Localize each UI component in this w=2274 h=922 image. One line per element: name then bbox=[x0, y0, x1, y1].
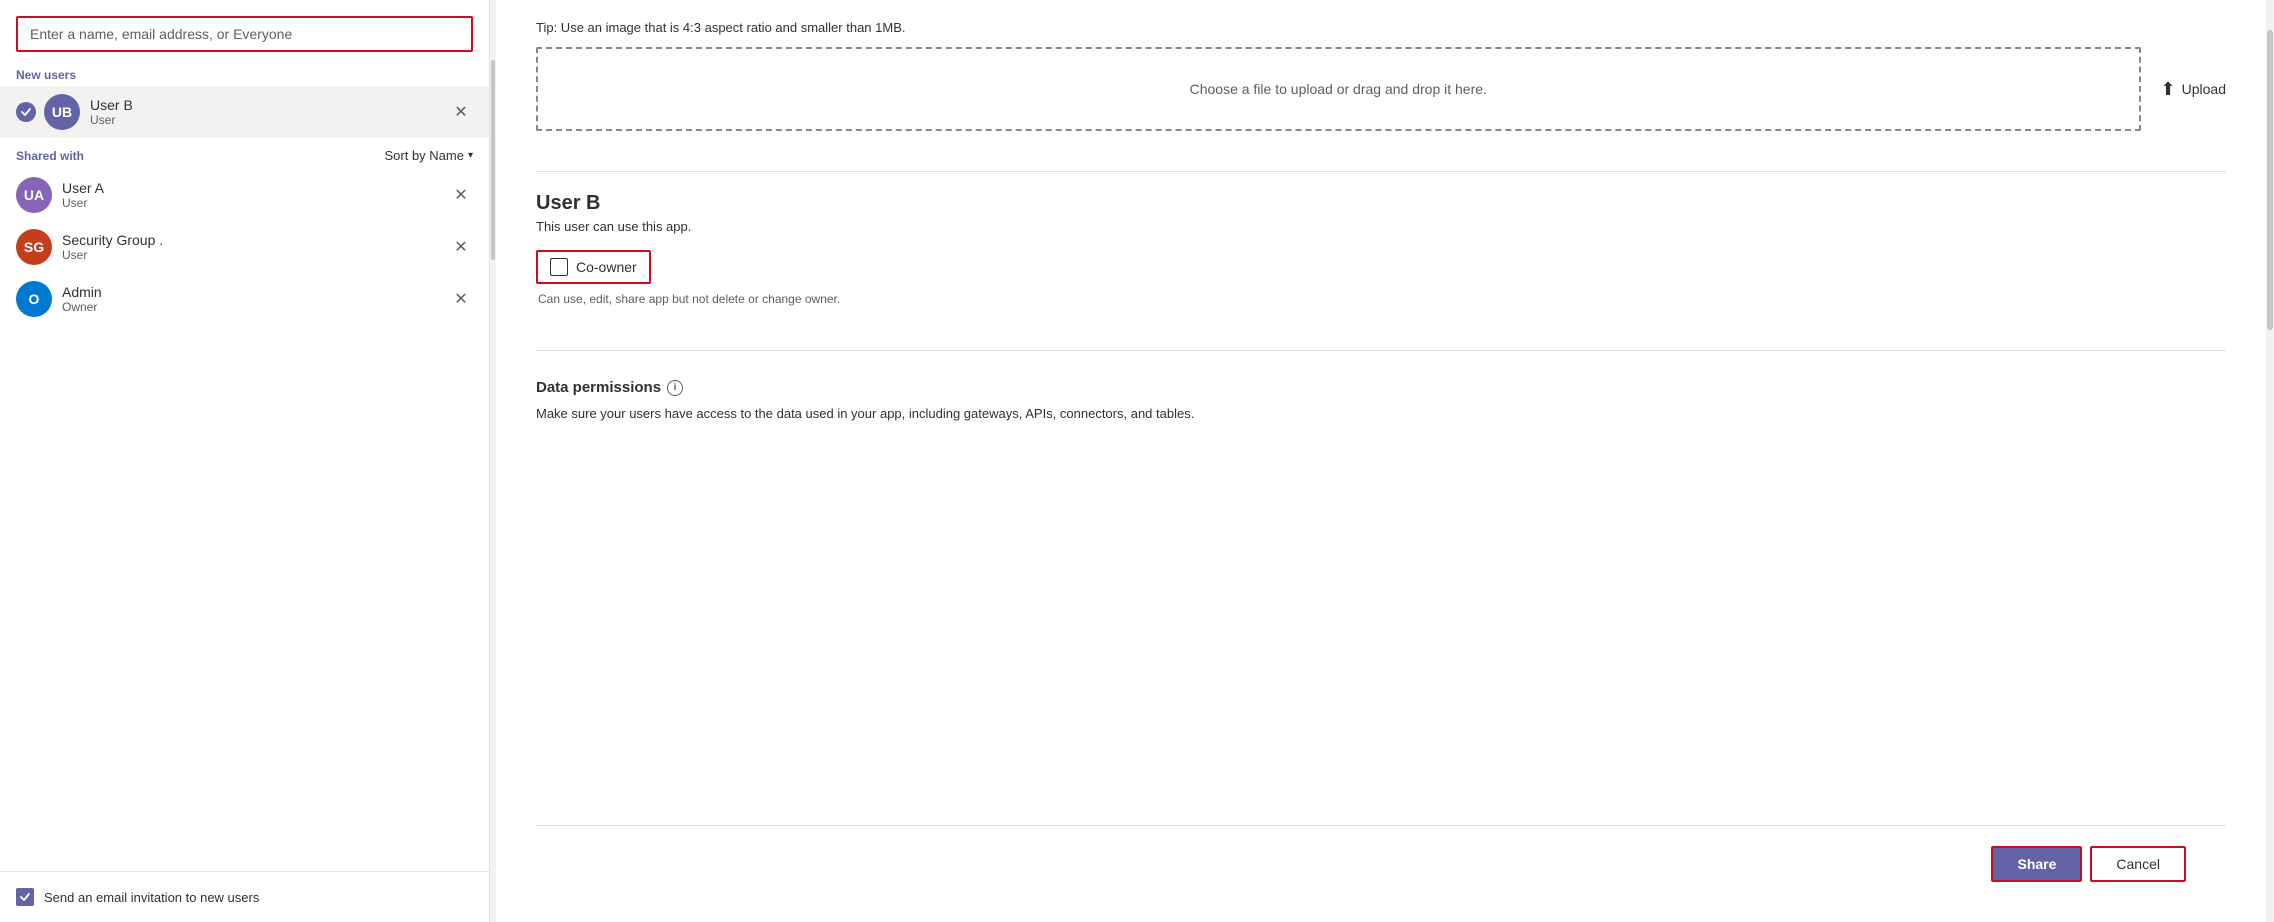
avatar-ua: UA bbox=[16, 177, 52, 213]
remove-selected-user-button[interactable]: ✕ bbox=[449, 100, 473, 124]
scroll-thumb[interactable] bbox=[491, 60, 495, 260]
data-permissions-section: Data permissions i Make sure your users … bbox=[536, 379, 2226, 424]
remove-admin-button[interactable]: ✕ bbox=[449, 287, 473, 311]
right-scrollbar bbox=[2266, 0, 2274, 922]
data-permissions-title: Data permissions i bbox=[536, 379, 2226, 396]
admin-role: Owner bbox=[62, 300, 449, 314]
search-input-wrapper bbox=[0, 0, 489, 60]
upload-button[interactable]: ⬆ Upload bbox=[2161, 79, 2226, 100]
right-scrollbar-thumb[interactable] bbox=[2267, 30, 2273, 330]
user-a-name: User A bbox=[62, 180, 449, 196]
data-permissions-desc: Make sure your users have access to the … bbox=[536, 404, 2226, 424]
tip-text: Tip: Use an image that is 4:3 aspect rat… bbox=[536, 20, 2226, 35]
sort-by-dropdown[interactable]: Sort by Name ▾ bbox=[384, 148, 473, 163]
avatar-sg: SG bbox=[16, 229, 52, 265]
upload-drop-text: Choose a file to upload or drag and drop… bbox=[1190, 81, 1487, 97]
remove-sg-button[interactable]: ✕ bbox=[449, 235, 473, 259]
sort-by-label: Sort by Name bbox=[384, 148, 463, 163]
search-input[interactable] bbox=[16, 16, 473, 52]
email-invitation-label: Send an email invitation to new users bbox=[44, 890, 259, 905]
right-panel: Tip: Use an image that is 4:3 aspect rat… bbox=[496, 0, 2274, 922]
admin-info: Admin Owner bbox=[62, 284, 449, 314]
user-a-info: User A User bbox=[62, 180, 449, 210]
sg-role: User bbox=[62, 248, 449, 262]
share-button[interactable]: Share bbox=[1991, 846, 2082, 882]
upload-icon: ⬆ bbox=[2161, 79, 2176, 100]
user-b-description: This user can use this app. bbox=[536, 219, 2226, 234]
upload-btn-label: Upload bbox=[2182, 81, 2226, 97]
selected-user-info: User B User bbox=[90, 97, 449, 127]
right-content-wrapper: Tip: Use an image that is 4:3 aspect rat… bbox=[496, 0, 2266, 922]
new-users-label: New users bbox=[0, 60, 489, 86]
avatar-ub: UB bbox=[44, 94, 80, 130]
user-b-title: User B bbox=[536, 192, 2226, 215]
coowner-note: Can use, edit, share app but not delete … bbox=[536, 292, 2226, 306]
email-invitation-checkbox[interactable] bbox=[16, 888, 34, 906]
user-b-section: User B This user can use this app. Co-ow… bbox=[536, 192, 2226, 314]
cancel-button[interactable]: Cancel bbox=[2090, 846, 2186, 882]
upload-row: Choose a file to upload or drag and drop… bbox=[536, 47, 2226, 131]
list-item[interactable]: O Admin Owner ✕ bbox=[0, 273, 489, 325]
shared-with-label: Shared with bbox=[16, 149, 84, 163]
section-divider-1 bbox=[536, 171, 2226, 172]
check-circle bbox=[16, 102, 36, 122]
user-a-role: User bbox=[62, 196, 449, 210]
left-panel: New users UB User B User ✕ Shared with S… bbox=[0, 0, 490, 922]
remove-user-a-button[interactable]: ✕ bbox=[449, 183, 473, 207]
coowner-checkbox[interactable] bbox=[550, 258, 568, 276]
list-item[interactable]: UA User A User ✕ bbox=[0, 169, 489, 221]
chevron-down-icon: ▾ bbox=[468, 150, 473, 161]
admin-name: Admin bbox=[62, 284, 449, 300]
coowner-label: Co-owner bbox=[576, 259, 637, 275]
avatar-admin: O bbox=[16, 281, 52, 317]
scroll-divider bbox=[490, 0, 496, 922]
selected-user-role: User bbox=[90, 113, 449, 127]
list-item[interactable]: SG Security Group . User ✕ bbox=[0, 221, 489, 273]
selected-user-row[interactable]: UB User B User ✕ bbox=[0, 86, 489, 138]
upload-drop-zone[interactable]: Choose a file to upload or drag and drop… bbox=[536, 47, 2141, 131]
sg-info: Security Group . User bbox=[62, 232, 449, 262]
bottom-bar: Share Cancel bbox=[536, 825, 2226, 902]
email-invitation-row: Send an email invitation to new users bbox=[0, 871, 489, 922]
right-panel-content: Tip: Use an image that is 4:3 aspect rat… bbox=[496, 0, 2266, 922]
selected-user-name: User B bbox=[90, 97, 449, 113]
coowner-checkbox-row[interactable]: Co-owner bbox=[536, 250, 651, 284]
shared-with-header: Shared with Sort by Name ▾ bbox=[0, 138, 489, 169]
data-permissions-heading: Data permissions bbox=[536, 379, 661, 396]
section-divider-2 bbox=[536, 350, 2226, 351]
info-icon[interactable]: i bbox=[667, 380, 683, 396]
sg-name: Security Group . bbox=[62, 232, 449, 248]
